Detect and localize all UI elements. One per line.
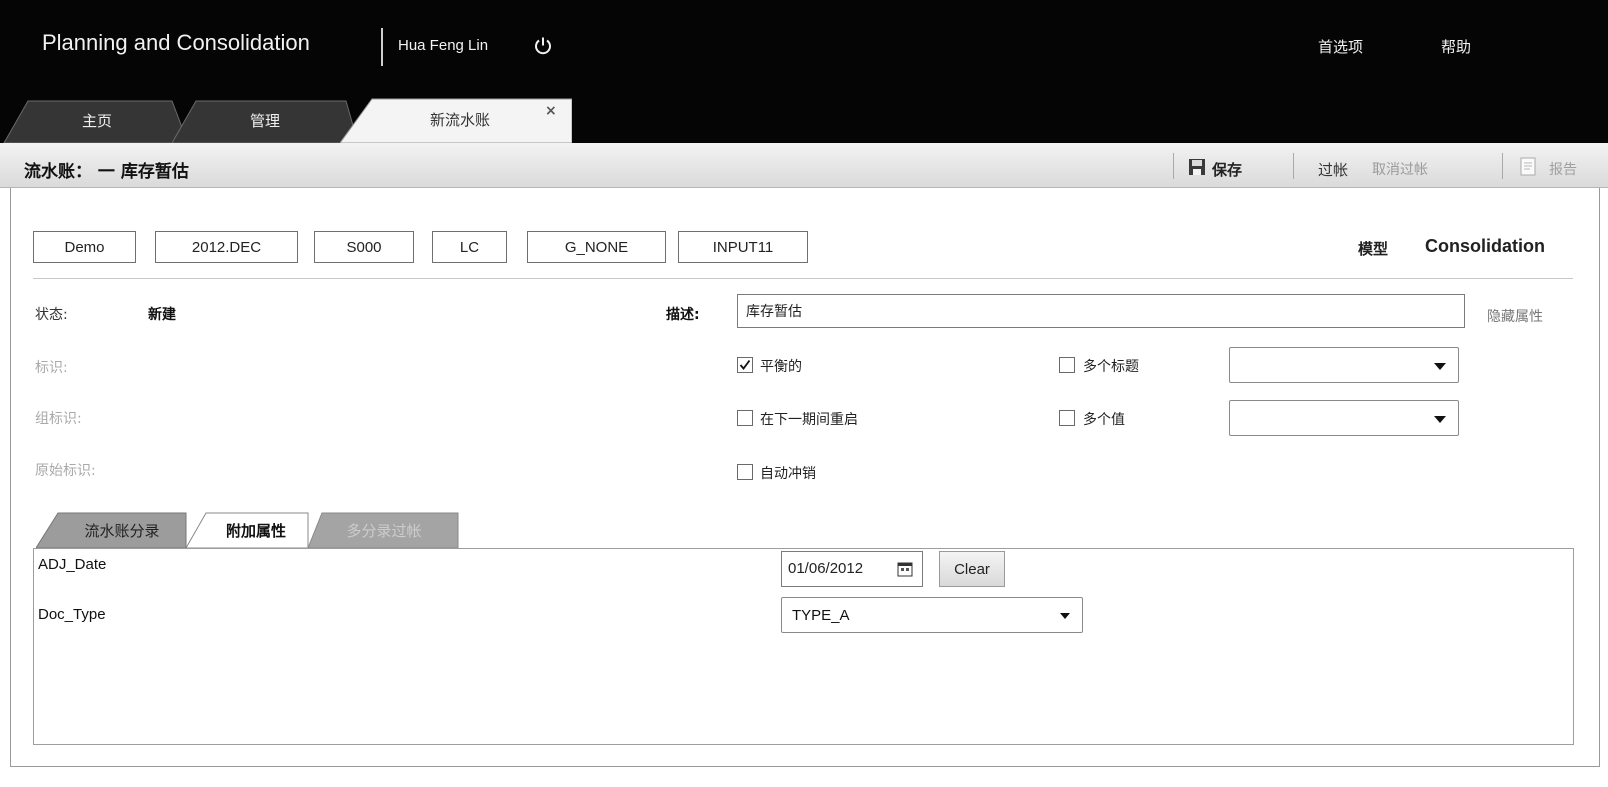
report-button[interactable]: 报告 [1549, 159, 1577, 179]
chevron-down-icon [1060, 613, 1070, 619]
id-label: 标识: [35, 360, 68, 376]
multiple-headers-label: 多个标题 [1083, 359, 1139, 375]
dimension-button-entity[interactable]: S000 [314, 231, 414, 263]
toolbar-divider [1502, 153, 1503, 179]
reopen-next-period-label: 在下一期间重启 [760, 412, 858, 428]
subtab-additional-attributes[interactable]: 附加属性 [186, 510, 310, 548]
balanced-label: 平衡的 [760, 359, 802, 375]
dimension-button-time[interactable]: 2012.DEC [155, 231, 298, 263]
description-input[interactable]: 库存暂估 [737, 294, 1465, 328]
blank-patch [1180, 525, 1206, 547]
report-icon[interactable] [1520, 157, 1536, 176]
clear-button[interactable]: Clear [939, 551, 1005, 587]
title-divider [381, 28, 383, 66]
chevron-down-icon [1434, 416, 1446, 423]
power-icon[interactable] [533, 36, 553, 56]
tab-admin[interactable]: 管理 [170, 97, 360, 143]
preferences-link[interactable]: 首选项 [1318, 36, 1363, 57]
dimension-button-category[interactable]: Demo [33, 231, 136, 263]
toolbar-divider [1173, 153, 1174, 179]
user-name: Hua Feng Lin [398, 37, 489, 54]
multiple-values-label: 多个值 [1083, 412, 1125, 428]
original-id-label: 原始标识: [35, 463, 96, 479]
reopen-next-period-checkbox[interactable] [737, 410, 753, 426]
tab-home[interactable]: 主页 [2, 97, 192, 143]
group-id-label: 组标识: [35, 411, 82, 427]
status-value: 新建 [148, 307, 176, 323]
tab-new-journal[interactable]: 新流水账 × [340, 97, 572, 143]
chevron-down-icon [1434, 363, 1446, 370]
save-icon[interactable] [1188, 158, 1206, 176]
dimension-button-flow[interactable]: INPUT11 [678, 231, 808, 263]
auto-reverse-label: 自动冲销 [760, 466, 816, 482]
dimension-button-currency[interactable]: LC [432, 231, 507, 263]
multiple-headers-checkbox[interactable] [1059, 357, 1075, 373]
model-value: Consolidation [1425, 236, 1545, 256]
multiple-headers-select[interactable] [1229, 347, 1459, 383]
description-label: 描述: [666, 307, 700, 323]
unpost-button[interactable]: 取消过帐 [1372, 159, 1428, 179]
tab-new-journal-label: 新流水账 [429, 111, 490, 129]
post-button[interactable]: 过帐 [1318, 159, 1348, 180]
doc-type-value: TYPE_A [792, 607, 850, 624]
calendar-icon[interactable] [897, 561, 913, 577]
divider [33, 278, 1573, 279]
multiple-values-select[interactable] [1229, 400, 1459, 436]
auto-reverse-checkbox[interactable] [737, 464, 753, 480]
subtab-journal-entries-label: 流水账分录 [84, 522, 160, 540]
close-icon[interactable]: × [545, 103, 557, 119]
save-button[interactable]: 保存 [1212, 159, 1242, 180]
status-label: 状态: [35, 307, 68, 323]
app-title: Planning and Consolidation [42, 30, 310, 55]
balanced-checkbox[interactable] [737, 357, 753, 373]
dimension-button-group[interactable]: G_NONE [527, 231, 666, 263]
hide-attributes-link[interactable]: 隐藏属性 [1487, 306, 1543, 326]
subtab-multi-entry-posting[interactable]: 多分录过帐 [308, 510, 460, 548]
multiple-values-checkbox[interactable] [1059, 410, 1075, 426]
subtab-multi-entry-posting-label: 多分录过帐 [346, 522, 422, 540]
doc-type-label: Doc_Type [38, 606, 106, 623]
doc-type-select[interactable]: TYPE_A [781, 597, 1083, 633]
adj-date-label: ADJ_Date [38, 556, 107, 573]
toolbar-divider [1293, 153, 1294, 179]
help-link[interactable]: 帮助 [1441, 36, 1471, 57]
subtab-additional-attributes-label: 附加属性 [225, 522, 286, 540]
toolbar [0, 143, 1608, 188]
subtab-journal-entries[interactable]: 流水账分录 [36, 510, 188, 548]
model-label: 模型 [1358, 240, 1389, 258]
page-title: 流水账： 一 库存暂估 [24, 162, 189, 182]
